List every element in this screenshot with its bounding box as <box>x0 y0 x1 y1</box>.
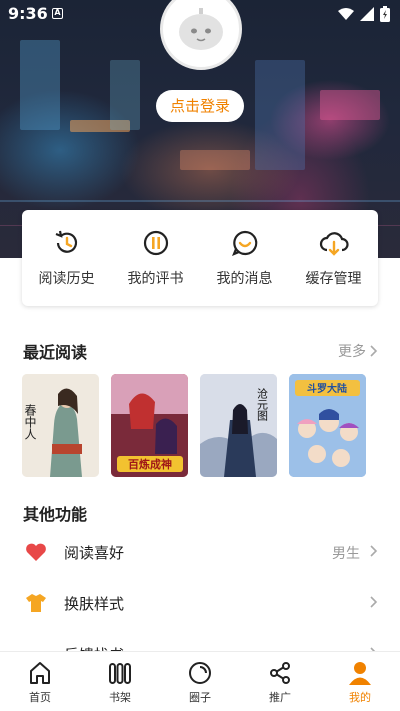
more-label: 更多 <box>338 344 366 360</box>
quick-action-label: 缓存管理 <box>305 271 362 287</box>
nav-label: 首页 <box>29 691 51 704</box>
nav-mine[interactable]: 我的 <box>320 652 400 711</box>
nav-circle[interactable]: 圈子 <box>160 652 240 711</box>
status-time: 9:36 <box>8 4 48 23</box>
quick-actions-card: 阅读历史 我的评书 我的消息 缓存管理 <box>22 210 378 306</box>
quick-action-messages[interactable]: 我的消息 <box>200 210 289 306</box>
nav-label: 我的 <box>349 691 371 704</box>
chevron-right-icon <box>370 545 378 557</box>
bottom-nav: 首页 书架 圈子 推广 我的 <box>0 651 400 711</box>
func-value: 男生 <box>332 546 360 562</box>
quick-action-cache[interactable]: 缓存管理 <box>289 210 378 306</box>
robot-avatar-icon <box>179 8 223 50</box>
func-label: 阅读喜好 <box>64 544 125 562</box>
book-cover-title: 百炼成神 <box>128 457 172 471</box>
func-label: 换肤样式 <box>64 595 125 613</box>
nav-promote[interactable]: 推广 <box>240 652 320 711</box>
quick-action-history[interactable]: 阅读历史 <box>22 210 111 306</box>
heart-icon <box>26 543 46 561</box>
shirt-icon <box>26 594 46 612</box>
wifi-icon <box>338 8 354 20</box>
func-reading-preference[interactable]: 阅读喜好 男生 <box>0 528 400 578</box>
battery-icon <box>380 6 390 22</box>
signal-icon <box>360 7 374 21</box>
book-cover-title: 春中人 <box>23 404 37 440</box>
recent-covers: 春中人 百炼成神 沧元图 斗罗大陆 <box>22 374 366 477</box>
notification-icon: A <box>52 8 63 19</box>
book-cover-art: 沧元图 <box>200 374 277 477</box>
share-icon <box>270 662 290 684</box>
book-cover-art: 百炼成神 <box>111 374 188 477</box>
book-cover-title: 沧元图 <box>256 387 269 422</box>
book-cover[interactable]: 沧元图 <box>200 374 277 477</box>
quick-action-reviews[interactable]: 我的评书 <box>111 210 200 306</box>
comment-book-icon <box>143 230 168 256</box>
profile-icon <box>349 662 371 685</box>
nav-label: 推广 <box>269 691 291 704</box>
nav-home[interactable]: 首页 <box>0 652 80 711</box>
home-icon <box>30 662 50 684</box>
book-cover-art: 斗罗大陆 <box>289 374 366 477</box>
book-cover-art: 春中人 <box>22 374 99 477</box>
chevron-right-icon <box>370 345 378 357</box>
book-cover[interactable]: 斗罗大陆 <box>289 374 366 477</box>
nav-bookshelf[interactable]: 书架 <box>80 652 160 711</box>
circle-icon <box>189 662 211 684</box>
func-skin-style[interactable]: 换肤样式 <box>0 579 400 629</box>
book-cover[interactable]: 春中人 <box>22 374 99 477</box>
bookshelf-icon <box>109 663 131 684</box>
book-cover[interactable]: 百炼成神 <box>111 374 188 477</box>
recent-section-title: 最近阅读 <box>23 343 88 362</box>
history-icon <box>55 230 77 253</box>
nav-label: 书架 <box>109 691 131 704</box>
other-section-title: 其他功能 <box>23 505 88 524</box>
cloud-download-icon <box>319 232 349 256</box>
login-button[interactable]: 点击登录 <box>156 90 244 122</box>
nav-label: 圈子 <box>189 691 211 704</box>
quick-action-label: 我的消息 <box>216 271 273 287</box>
book-cover-title: 斗罗大陆 <box>307 382 347 395</box>
recent-more-link[interactable]: 更多 <box>338 341 378 361</box>
chevron-right-icon <box>370 596 378 608</box>
quick-action-label: 我的评书 <box>127 271 184 287</box>
message-icon <box>231 230 257 256</box>
quick-action-label: 阅读历史 <box>38 271 95 287</box>
